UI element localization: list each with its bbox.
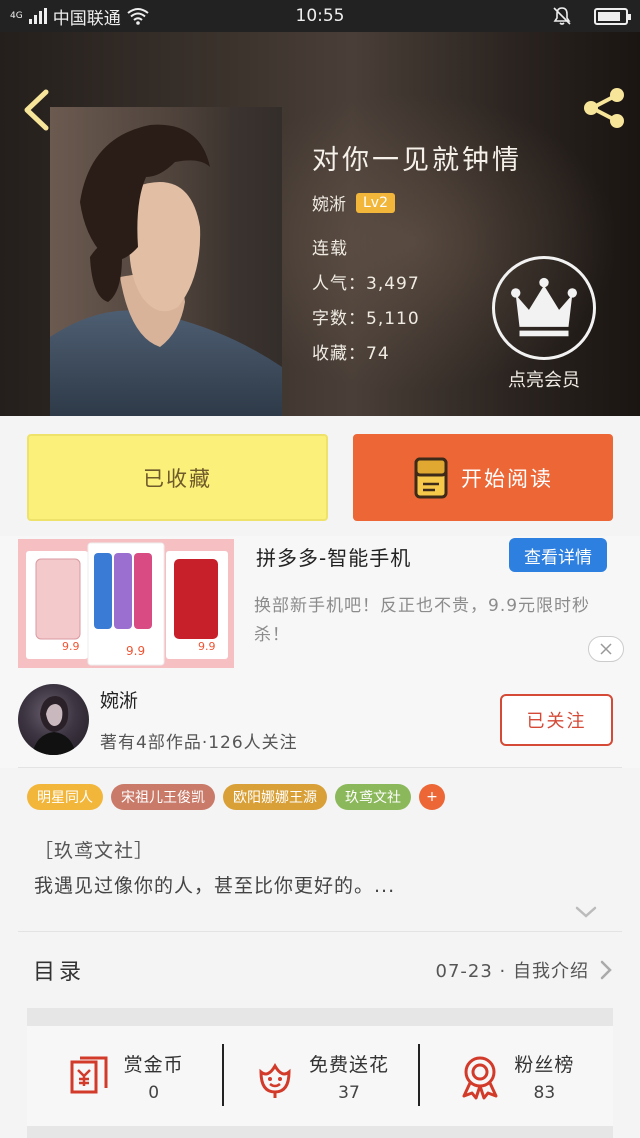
start-reading-button[interactable]: 开始阅读 (353, 434, 613, 521)
section-gap (27, 1126, 613, 1138)
author-section: 婉淅 著有4部作品·126人关注 已关注 (0, 672, 640, 768)
tag-2[interactable]: 欧阳娜娜王源 (223, 784, 327, 810)
gift-label: 粉丝榜 (514, 1053, 575, 1076)
fan-ranking-text: 粉丝榜 83 (514, 1050, 574, 1103)
ad-banner[interactable]: 9.9 9.9 9.9 拼多多-智能手机 查看详情 换部新手机吧！反正也不贵，9… (0, 536, 640, 672)
ad-close-button[interactable] (588, 636, 624, 662)
ad-description[interactable]: 换部新手机吧！反正也不贵，9.9元限时秒杀！ (254, 592, 614, 650)
battery-level (598, 11, 621, 21)
toc-latest: 07-23 · 自我介绍 (436, 957, 613, 983)
close-icon (600, 643, 612, 655)
book-header: 对你一见就钟情 婉淅 Lv2 连载 人气：3,497 字数：5,110 收藏：7… (0, 32, 640, 416)
follow-button[interactable]: 已关注 (500, 694, 613, 746)
book-author[interactable]: 婉淅 (312, 190, 346, 215)
start-reading-label: 开始阅读 (461, 466, 553, 491)
collected-button[interactable]: 已收藏 (27, 434, 328, 521)
back-button[interactable] (20, 88, 52, 132)
gift-label: 免费送花 (308, 1053, 389, 1076)
ad-image[interactable]: 9.9 9.9 9.9 (18, 539, 234, 668)
vip-label[interactable]: 点亮会员 (480, 366, 608, 392)
vip-crown-button[interactable] (492, 256, 596, 360)
book-status: 连载 (312, 239, 348, 259)
book-cover (50, 107, 282, 416)
book-title: 对你一见就钟情 (312, 145, 522, 176)
ad-title[interactable]: 拼多多-智能手机 (256, 542, 411, 571)
status-time: 10:55 (295, 6, 345, 26)
cover-portrait (50, 107, 282, 416)
book-word-count: 字数：5,110 (312, 309, 420, 329)
book-icon (414, 457, 448, 498)
chevron-down-icon[interactable] (574, 904, 598, 920)
reward-coins-text: 赏金币 0 (124, 1050, 184, 1103)
red-envelope-icon (70, 1056, 108, 1094)
author-name[interactable]: 婉淅 (100, 686, 138, 713)
gift-count: 0 (148, 1082, 160, 1103)
table-of-contents-row[interactable]: 目录 07-23 · 自我介绍 (27, 932, 613, 1008)
medal-icon (462, 1056, 498, 1100)
divider (18, 767, 622, 768)
tag-3[interactable]: 玖鸢文社 (335, 784, 411, 810)
intro-text: 我遇见过像你的人，甚至比你更好的。... (34, 875, 396, 897)
book-popularity: 人气：3,497 (312, 274, 420, 294)
author-stats: 著有4部作品·126人关注 (100, 733, 298, 753)
toc-label: 目录 (33, 960, 86, 985)
avatar[interactable] (18, 684, 89, 755)
share-button[interactable] (580, 84, 628, 132)
gift-count: 37 (338, 1082, 360, 1103)
level-badge: Lv2 (356, 192, 395, 213)
latest-chapter: 07-23 · 自我介绍 (435, 961, 589, 982)
add-tag-button[interactable]: + (419, 784, 445, 810)
ad-price-right: 9.9 (198, 640, 216, 653)
tag-0[interactable]: 明星同人 (27, 784, 103, 810)
reward-coins-button[interactable]: 赏金币 0 (27, 1026, 222, 1126)
chevron-right-icon (600, 960, 612, 980)
mute-bell-icon (553, 7, 571, 25)
send-flower-text: 免费送花 37 (309, 1050, 389, 1103)
ad-price-left: 9.9 (62, 640, 80, 653)
battery-icon (594, 7, 631, 25)
tag-list: 明星同人 宋祖儿王俊凯 欧阳娜娜王源 玖鸢文社 + (27, 784, 445, 810)
gift-label: 赏金币 (123, 1053, 184, 1076)
ad-details-button[interactable]: 查看详情 (509, 538, 607, 572)
author-row: 婉淅 Lv2 (312, 190, 395, 215)
gift-bar: 赏金币 0 免费送花 37 粉丝榜 83 (27, 1026, 613, 1126)
crown-icon (511, 277, 577, 337)
fan-ranking-button[interactable]: 粉丝榜 83 (417, 1026, 613, 1126)
status-right (552, 6, 631, 26)
gift-count: 83 (533, 1082, 556, 1103)
section-gap (27, 1008, 613, 1026)
avatar-image (32, 696, 76, 755)
status-bar: 4G 中国联通 10:55 (0, 0, 640, 32)
send-flower-button[interactable]: 免费送花 37 (222, 1026, 417, 1126)
phones-illustration: 9.9 9.9 9.9 (18, 539, 234, 668)
flower-icon (259, 1063, 291, 1098)
ad-price-center: 9.9 (126, 644, 145, 658)
book-favorites: 收藏：74 (312, 344, 390, 364)
intro-tag-line: ［玖鸢文社］ (34, 840, 155, 862)
tag-1[interactable]: 宋祖儿王俊凯 (111, 784, 215, 810)
